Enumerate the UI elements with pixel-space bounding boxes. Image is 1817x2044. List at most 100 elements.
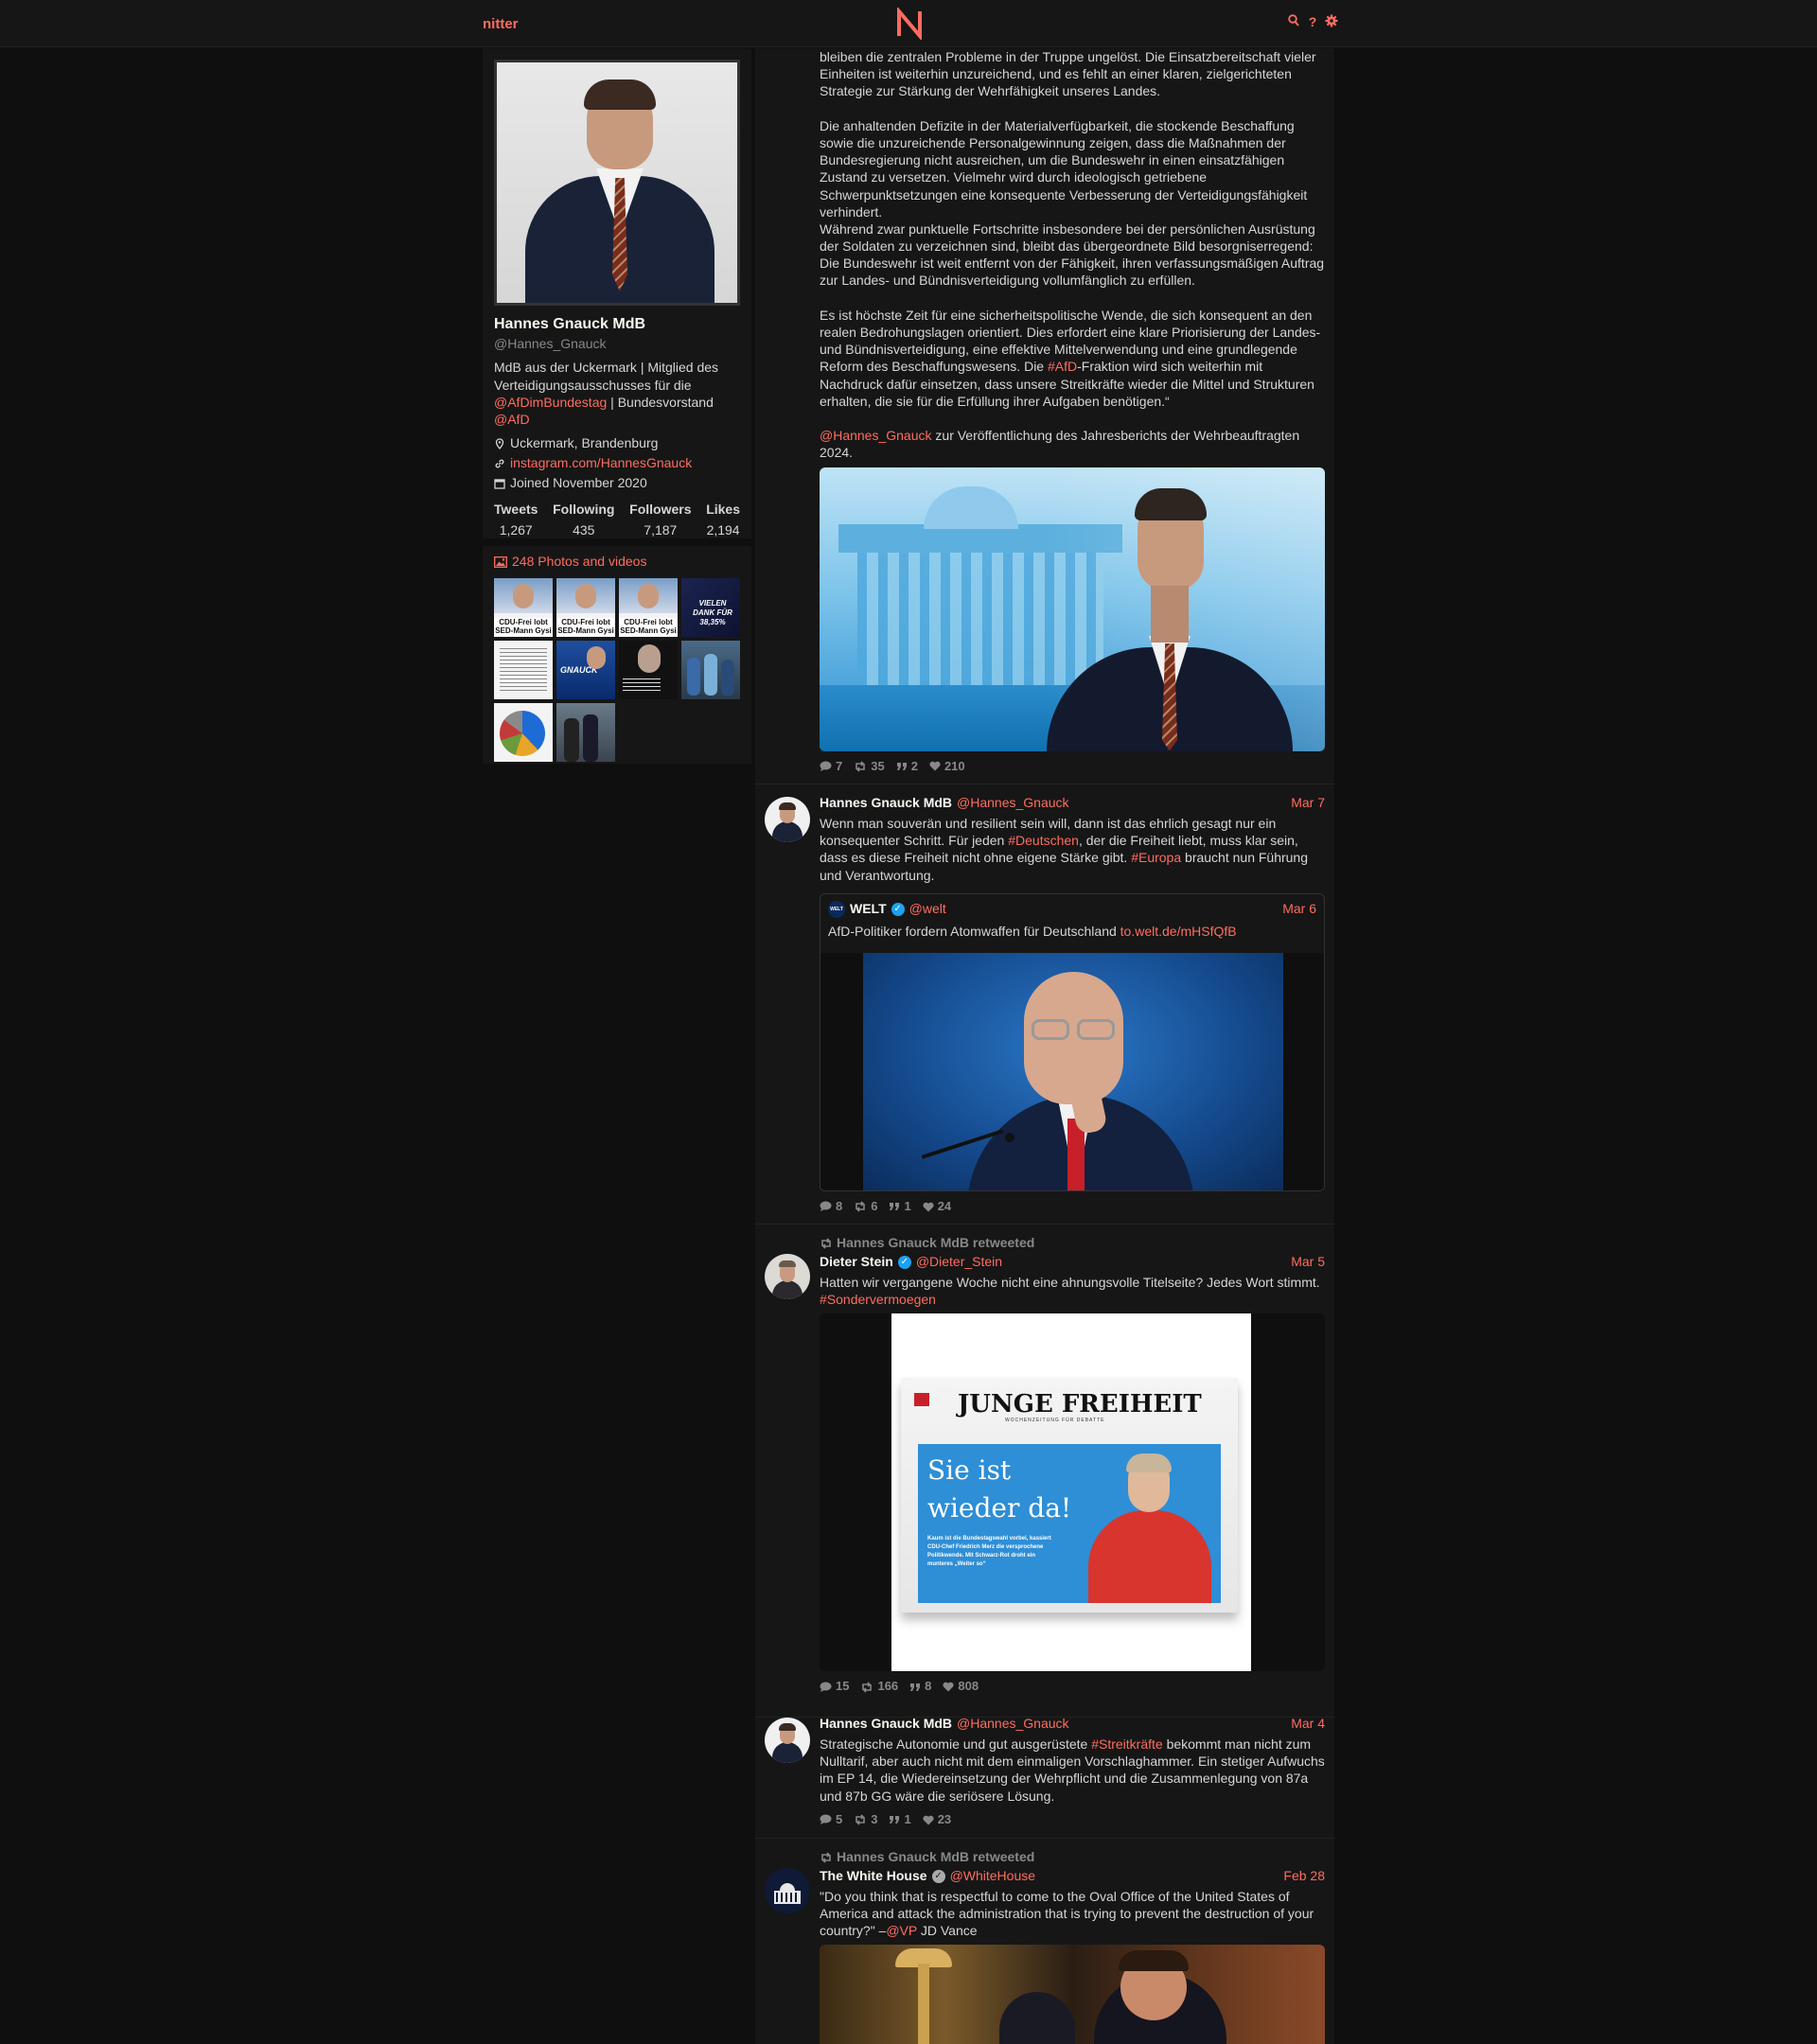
stat-tweets[interactable]: Tweets 1,267 (494, 502, 538, 539)
tweet-author-name[interactable]: Hannes Gnauck MdB (820, 1716, 952, 1733)
media-thumb[interactable]: VIELEN DANK FÜR 38,35% (681, 577, 740, 637)
profile-handle: @Hannes_Gnauck (494, 336, 607, 352)
tweet-paragraph: Die anhaltenden Defizite in der Material… (820, 117, 1308, 220)
nitter-home-link[interactable]: nitter (483, 15, 519, 33)
tweet-date[interactable]: Feb 28 (1283, 1868, 1325, 1885)
quote-stat[interactable]: 8 (909, 1679, 931, 1695)
quote-stat[interactable]: 2 (896, 759, 918, 775)
tweet-jahresbericht[interactable]: bleiben die zentralen Probleme in der Tr… (755, 48, 1334, 784)
tweet-paragraph: Es ist höchste Zeit für eine sicherheits… (820, 307, 1321, 409)
welt-avatar[interactable]: WELT (828, 900, 845, 918)
tweet-white-house[interactable]: Hannes Gnauck MdB retweeted The White Ho… (755, 1840, 1334, 2044)
media-thumb[interactable]: CDU-Frei lobt SED-Mann Gysi (556, 577, 615, 637)
like-stat[interactable]: 23 (923, 1812, 951, 1828)
tweet-image-oval-office[interactable] (820, 1945, 1325, 2044)
tweet-author-handle[interactable]: @Hannes_Gnauck (957, 795, 1069, 812)
media-thumb[interactable]: GNAUCK (556, 640, 615, 699)
tweet-avatar[interactable] (765, 1254, 810, 1299)
stat-likes[interactable]: Likes 2,194 (706, 502, 740, 539)
like-stat[interactable]: 24 (923, 1199, 951, 1215)
retweet-stat[interactable]: 6 (854, 1199, 877, 1215)
tweet-atomwaffen[interactable]: Hannes Gnauck MdB @Hannes_Gnauck Mar 7 W… (755, 785, 1334, 1225)
profile-meta: Uckermark, Brandenburg instagram.com/Han… (494, 435, 740, 492)
hashtag-europa[interactable]: #Europa (1131, 850, 1181, 865)
media-thumb[interactable] (556, 702, 615, 762)
tweet-stats: 7 35 2 210 (820, 759, 1325, 775)
mention-vp[interactable]: @VP (886, 1923, 917, 1938)
media-thumb[interactable] (494, 640, 553, 699)
tweet-author-handle[interactable]: @Hannes_Gnauck (957, 1716, 1069, 1733)
media-title: 248 Photos and videos (512, 554, 647, 569)
verified-gov-icon: ✓ (931, 1869, 945, 1883)
quote-stat[interactable]: 1 (889, 1199, 911, 1215)
media-gallery-link[interactable]: 248 Photos and videos (494, 554, 740, 571)
quote-icon (890, 1203, 900, 1211)
tweet-stats: 15 166 8 808 (820, 1679, 1325, 1695)
tweet-text: "Do you think that is respectful to come… (820, 1888, 1314, 1939)
heart-icon (943, 1682, 954, 1692)
quote-date[interactable]: Mar 6 (1282, 901, 1316, 918)
tweet-date[interactable]: Mar 7 (1291, 795, 1325, 812)
retweet-stat[interactable]: 166 (860, 1679, 898, 1695)
retweet-icon (856, 1201, 866, 1212)
quote-author-handle[interactable]: @welt (909, 901, 946, 918)
reply-stat[interactable]: 8 (820, 1199, 842, 1215)
like-stat[interactable]: 808 (943, 1679, 979, 1695)
quote-tweet[interactable]: WELT WELT ✓ @welt Mar 6 AfD-Politiker fo… (820, 892, 1325, 1191)
tweet-author-name[interactable]: Hannes Gnauck MdB (820, 795, 952, 812)
tweet-image-reichstag[interactable] (820, 467, 1325, 751)
tweet-date[interactable]: Mar 5 (1291, 1254, 1325, 1271)
stat-followers[interactable]: Followers 7,187 (629, 502, 691, 539)
reply-stat[interactable]: 5 (820, 1812, 842, 1828)
media-thumb[interactable] (494, 702, 553, 762)
nitter-logo-icon[interactable] (895, 8, 924, 40)
tweet-streitkraefte[interactable]: Hannes Gnauck MdB @Hannes_Gnauck Mar 4 S… (755, 1706, 1334, 1839)
timeline: bleiben die zentralen Probleme in der Tr… (755, 48, 1334, 2044)
media-thumb[interactable]: CDU-Frei lobt SED-Mann Gysi (494, 577, 553, 637)
retweet-stat[interactable]: 3 (854, 1812, 877, 1828)
stat-following[interactable]: Following 435 (553, 502, 614, 539)
quote-stat[interactable]: 1 (889, 1812, 911, 1828)
bio-link-afd[interactable]: @AfD (494, 412, 530, 427)
tweet-header: Hannes Gnauck MdB @Hannes_Gnauck Mar 7 (820, 795, 1325, 812)
help-icon[interactable]: ? (1306, 14, 1319, 29)
settings-icon[interactable] (1325, 14, 1338, 29)
search-icon[interactable] (1287, 14, 1300, 29)
tweet-avatar[interactable] (765, 1868, 810, 1913)
tweet-author-name[interactable]: Dieter Stein (820, 1254, 893, 1271)
headline-2: wieder da! (927, 1492, 1072, 1524)
tweet-header: Hannes Gnauck MdB @Hannes_Gnauck Mar 4 (820, 1716, 1325, 1733)
quote-header: WELT WELT ✓ @welt Mar 6 (820, 894, 1324, 918)
retweet-icon (856, 1814, 866, 1825)
like-stat[interactable]: 210 (929, 759, 965, 775)
mention-hannes-gnauck[interactable]: @Hannes_Gnauck (820, 428, 932, 443)
hashtag-streitkraefte[interactable]: #Streitkräfte (1091, 1736, 1162, 1752)
tweet-date[interactable]: Mar 4 (1291, 1716, 1325, 1733)
bio-link-afdimbundestag[interactable]: @AfDimBundestag (494, 395, 607, 410)
media-thumb[interactable] (619, 640, 678, 699)
welt-article-link[interactable]: to.welt.de/mHSfQfB (1120, 924, 1237, 939)
tweet-avatar[interactable] (765, 797, 810, 842)
masthead: JUNGE FREIHEIT (958, 1390, 1202, 1419)
quote-image-politician[interactable] (820, 952, 1324, 1190)
tweet-junge-freiheit[interactable]: Hannes Gnauck MdB retweeted Dieter Stein… (755, 1225, 1334, 1718)
quote-icon (896, 762, 907, 770)
tweet-author-handle[interactable]: @Dieter_Stein (916, 1254, 1002, 1271)
hashtag-deutschen[interactable]: #Deutschen (1008, 833, 1079, 848)
quote-author-name[interactable]: WELT (850, 901, 887, 918)
media-thumb[interactable]: CDU-Frei lobt SED-Mann Gysi (619, 577, 678, 637)
hashtag-sondervermoegen[interactable]: #Sondervermoegen (820, 1292, 936, 1307)
retweet-stat[interactable]: 35 (854, 759, 885, 775)
tweet-avatar[interactable] (765, 1718, 810, 1763)
quote-text: AfD-Politiker fordern Atomwaffen für Deu… (828, 923, 1237, 939)
reply-stat[interactable]: 7 (820, 759, 842, 775)
profile-website-link[interactable]: instagram.com/HannesGnauck (510, 455, 692, 472)
hashtag-afd[interactable]: #AfD (1048, 359, 1077, 374)
tweet-image-newspaper[interactable]: JUNGE FREIHEIT WOCHENZEITUNG FÜR DEBATTE… (820, 1313, 1325, 1672)
media-thumb[interactable] (681, 640, 740, 699)
tweet-author-handle[interactable]: @WhiteHouse (950, 1868, 1035, 1885)
reply-stat[interactable]: 15 (820, 1679, 849, 1695)
tweet-paragraph: Während zwar punktuelle Fortschritte ins… (820, 220, 1325, 289)
profile-avatar[interactable] (494, 60, 740, 306)
tweet-author-name[interactable]: The White House (820, 1868, 927, 1885)
